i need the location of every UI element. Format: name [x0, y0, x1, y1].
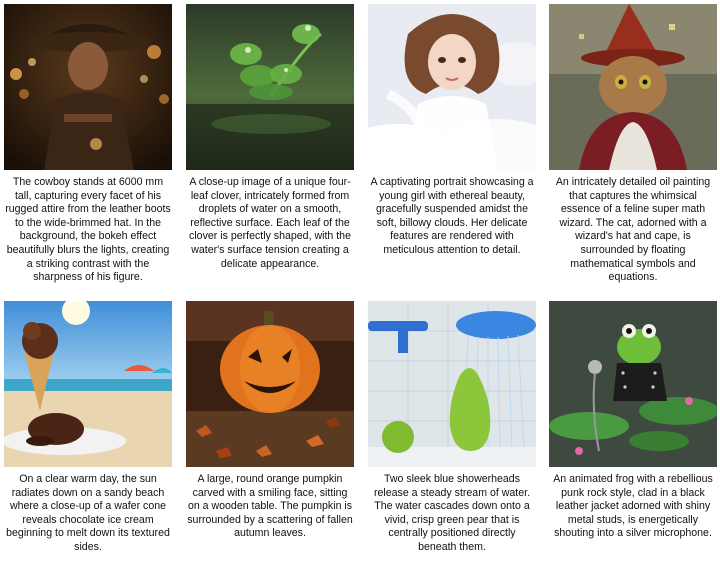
- card-pumpkin: A large, round orange pumpkin carved wit…: [186, 301, 354, 541]
- cowboy-image: [4, 4, 172, 170]
- card-ice-cream-beach: On a clear warm day, the sun radiates do…: [4, 301, 172, 555]
- girl-clouds-image: [368, 4, 536, 170]
- image-caption-grid: The cowboy stands at 6000 mm tall, captu…: [0, 0, 720, 563]
- ice-cream-beach-image: [4, 301, 172, 467]
- card-caption: A large, round orange pumpkin carved wit…: [187, 473, 353, 540]
- card-caption: A close-up image of a unique four-leaf c…: [189, 176, 351, 270]
- card-caption: On a clear warm day, the sun radiates do…: [6, 473, 170, 553]
- pumpkin-image: [186, 301, 354, 467]
- punk-frog-image: [549, 301, 717, 467]
- card-cowboy: The cowboy stands at 6000 mm tall, captu…: [4, 4, 172, 285]
- card-punk-frog: An animated frog with a rebellious punk …: [549, 301, 717, 541]
- clover-image: [186, 4, 354, 170]
- card-showerhead-pear: Two sleek blue showerheads release a ste…: [368, 301, 536, 555]
- card-caption: Two sleek blue showerheads release a ste…: [373, 473, 531, 553]
- card-girl-clouds: A captivating portrait showcasing a youn…: [368, 4, 536, 258]
- card-caption: An animated frog with a rebellious punk …: [553, 473, 713, 540]
- card-wizard-cat: An intricately detailed oil painting tha…: [549, 4, 717, 285]
- card-caption: An intricately detailed oil painting tha…: [555, 176, 711, 284]
- card-clover: A close-up image of a unique four-leaf c…: [186, 4, 354, 271]
- showerhead-pear-image: [368, 301, 536, 467]
- wizard-cat-image: [549, 4, 717, 170]
- card-caption: A captivating portrait showcasing a youn…: [370, 176, 534, 256]
- card-caption: The cowboy stands at 6000 mm tall, captu…: [5, 176, 171, 284]
